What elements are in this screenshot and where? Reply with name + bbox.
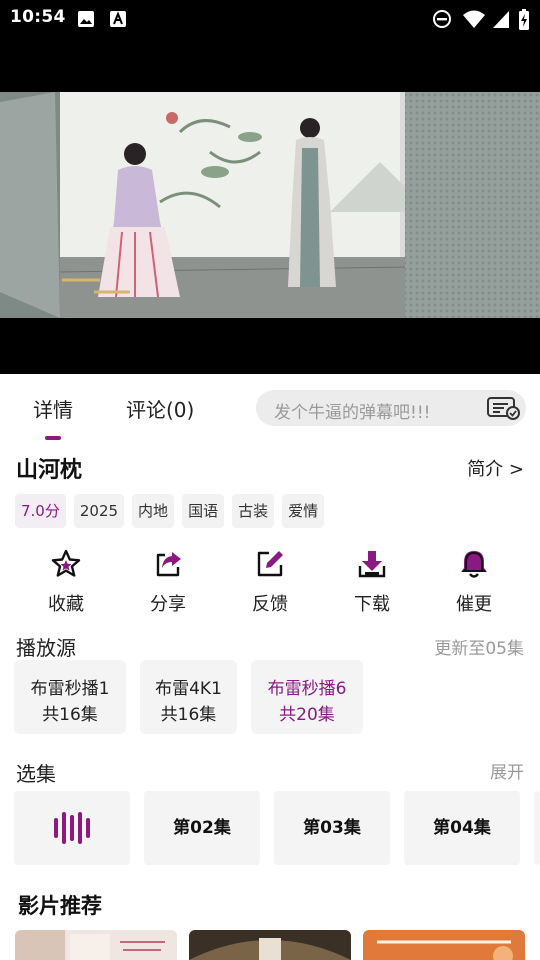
episode-item[interactable]: 第02集: [144, 791, 260, 865]
tab-comments[interactable]: 评论(0): [126, 394, 194, 423]
download-label: 下载: [354, 594, 390, 615]
intro-link[interactable]: 简介 >: [467, 455, 524, 481]
tabs-row: 详情 评论(0) 发个牛逼的弹幕吧!!!: [0, 374, 540, 442]
favorite-button[interactable]: 收藏: [31, 548, 101, 618]
status-time: 10:54: [10, 7, 66, 27]
recommend-title: 影片推荐: [18, 894, 102, 918]
episode-item-partial[interactable]: [534, 791, 540, 865]
cellular-signal-icon: [493, 11, 509, 28]
recommend-thumbnail[interactable]: [189, 930, 351, 960]
share-label: 分享: [150, 594, 186, 615]
bell-icon: [461, 551, 487, 578]
tag-list: 7.0分 2025 内地 国语 古装 爱情: [15, 494, 325, 528]
danmaku-input[interactable]: 发个牛逼的弹幕吧!!!: [256, 390, 526, 426]
share-button[interactable]: 分享: [133, 548, 203, 618]
episodes-title: 选集: [16, 762, 56, 786]
danmaku-placeholder: 发个牛逼的弹幕吧!!!: [274, 403, 431, 423]
urge-update-label: 催更: [456, 594, 492, 615]
favorite-label: 收藏: [48, 594, 84, 615]
video-player[interactable]: [0, 38, 540, 374]
source-card[interactable]: 布雷4K1 共16集: [140, 660, 237, 734]
action-row: 收藏 分享 反馈 下载 催更: [0, 548, 540, 618]
episode-item[interactable]: 第04集: [404, 791, 520, 865]
star-icon: [51, 549, 81, 577]
genre-tag: 爱情: [282, 494, 325, 528]
danmaku-settings-icon[interactable]: [486, 396, 522, 420]
now-playing-icon: [54, 812, 90, 844]
recommend-thumbnail[interactable]: [15, 930, 177, 960]
recommend-poster-image: [15, 930, 177, 960]
recommend-poster-image: [189, 930, 351, 960]
year-tag: 2025: [73, 494, 125, 528]
source-name: 布雷秒播6: [267, 679, 347, 699]
video-frame[interactable]: [0, 92, 540, 318]
video-still-image: [0, 92, 540, 318]
battery-icon: [519, 9, 529, 30]
urge-update-button[interactable]: 催更: [439, 548, 509, 618]
source-count: 共16集: [42, 705, 98, 725]
episode-playing[interactable]: [14, 791, 130, 865]
status-bar: 10:54: [0, 0, 540, 38]
sources-title: 播放源: [16, 636, 76, 660]
language-tag: 国语: [182, 494, 225, 528]
rating-tag: 7.0分: [15, 494, 66, 528]
source-count: 共16集: [160, 705, 217, 725]
source-card[interactable]: 布雷秒播1 共16集: [14, 660, 126, 734]
image-notification-icon: [78, 11, 94, 27]
tab-active-indicator: [45, 436, 61, 440]
tab-details[interactable]: 详情: [33, 394, 73, 423]
source-name: 布雷4K1: [155, 679, 222, 699]
source-card-selected[interactable]: 布雷秒播6 共20集: [251, 660, 363, 734]
episode-item[interactable]: 第03集: [274, 791, 390, 865]
edit-icon: [257, 551, 283, 577]
update-status: 更新至05集: [434, 639, 524, 659]
recommend-thumbnail[interactable]: [363, 930, 525, 960]
do-not-disturb-icon: [433, 10, 451, 28]
source-count: 共20集: [279, 705, 335, 725]
region-tag: 内地: [132, 494, 175, 528]
wifi-icon: [463, 10, 485, 28]
source-name: 布雷秒播1: [30, 679, 110, 699]
show-title: 山河枕: [16, 458, 83, 483]
expand-link[interactable]: 展开: [490, 758, 524, 783]
feedback-label: 反馈: [252, 594, 288, 615]
download-icon: [358, 551, 386, 578]
app-notification-icon: [110, 11, 126, 27]
recommend-poster-image: [363, 930, 525, 960]
feedback-button[interactable]: 反馈: [235, 548, 305, 618]
genre-tag: 古装: [232, 494, 275, 528]
share-icon: [156, 552, 181, 577]
download-button[interactable]: 下载: [337, 548, 407, 618]
